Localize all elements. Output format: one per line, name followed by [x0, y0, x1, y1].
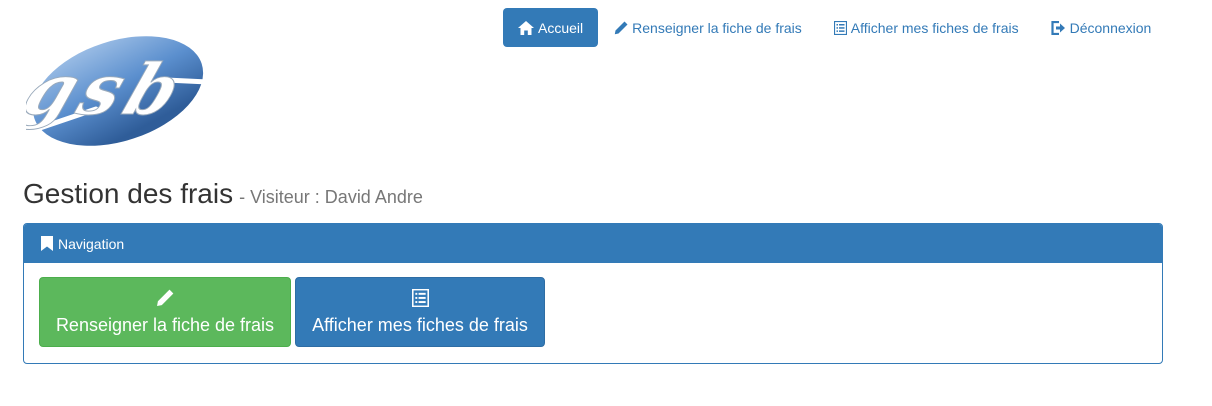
page-title-main: Gestion des frais [23, 178, 234, 209]
top-nav: Accueil Renseigner la fiche de frais Aff… [503, 8, 1167, 47]
panel-heading-label: Navigation [58, 235, 125, 252]
pencil-icon [157, 289, 174, 306]
bookmark-icon [41, 236, 53, 251]
renseigner-fiche-label: Renseigner la fiche de frais [55, 314, 275, 335]
navigation-panel: Navigation Renseigner la fiche de frais … [23, 223, 1163, 364]
afficher-fiches-label: Afficher mes fiches de frais [312, 314, 528, 335]
nav-renseigner[interactable]: Renseigner la fiche de frais [598, 8, 818, 47]
list-icon [411, 288, 429, 307]
renseigner-fiche-button[interactable]: Renseigner la fiche de frais [39, 277, 291, 347]
page-title-visitor: - Visiteur : David Andre [239, 187, 423, 207]
gsb-logo: gsb [12, 34, 212, 150]
afficher-fiches-button[interactable]: Afficher mes fiches de frais [295, 277, 545, 347]
nav-deconnexion[interactable]: Déconnexion [1035, 8, 1168, 47]
nav-deconnexion-label: Déconnexion [1069, 19, 1152, 36]
nav-afficher-label: Afficher mes fiches de frais [850, 19, 1019, 36]
nav-renseigner-label: Renseigner la fiche de frais [632, 19, 802, 36]
list-icon [833, 20, 847, 35]
logout-icon [1051, 20, 1065, 35]
logo-text: gsb [26, 49, 198, 131]
nav-accueil[interactable]: Accueil [503, 8, 599, 47]
page-title: Gestion des frais - Visiteur : David And… [23, 178, 423, 210]
nav-accueil-label: Accueil [538, 19, 584, 36]
panel-heading: Navigation [24, 224, 1162, 263]
pencil-icon [614, 21, 628, 34]
panel-body: Renseigner la fiche de frais Afficher me… [24, 263, 1162, 363]
home-icon [518, 20, 534, 35]
nav-afficher[interactable]: Afficher mes fiches de frais [818, 8, 1035, 47]
